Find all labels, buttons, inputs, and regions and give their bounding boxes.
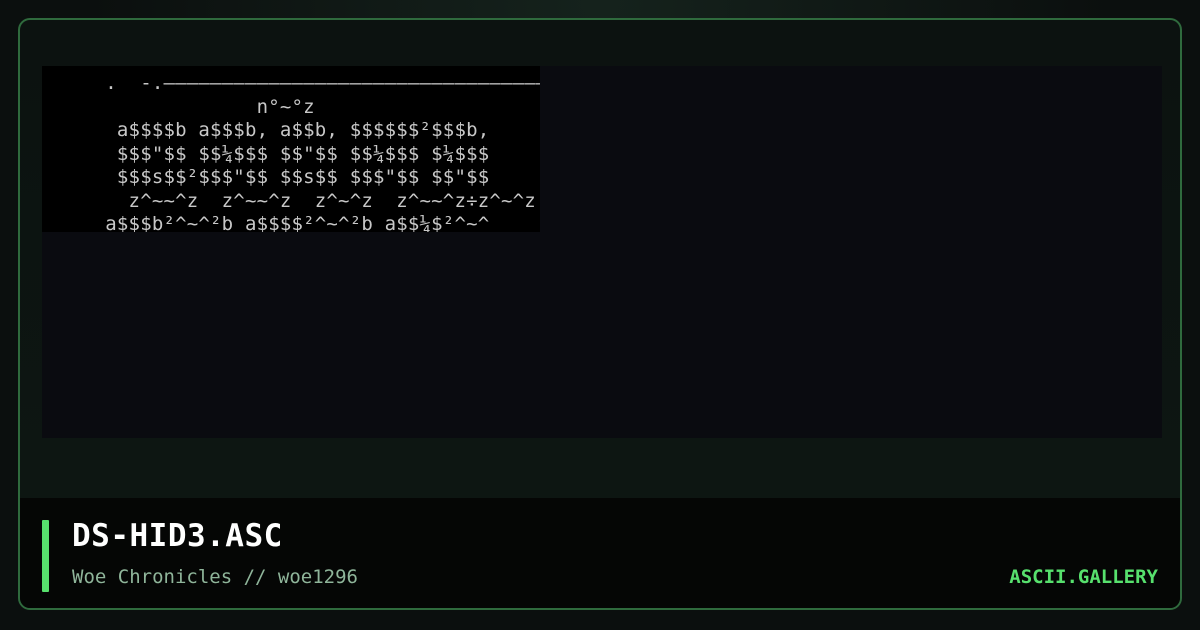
file-title: DS-HID3.ASC [72,518,283,554]
site-brand: ASCII.GALLERY [1009,566,1158,588]
collection-subtitle: Woe Chronicles // woe1296 [72,566,358,588]
footer-bar: DS-HID3.ASC Woe Chronicles // woe1296 AS… [20,498,1180,608]
ascii-art: . -.————————————————————————————————————… [105,72,540,232]
ascii-viewer: . -.————————————————————————————————————… [42,66,1162,438]
page: . -.————————————————————————————————————… [0,0,1200,630]
accent-bar [42,520,49,592]
preview-card: . -.————————————————————————————————————… [18,18,1182,610]
ascii-art-panel: . -.————————————————————————————————————… [42,66,540,232]
